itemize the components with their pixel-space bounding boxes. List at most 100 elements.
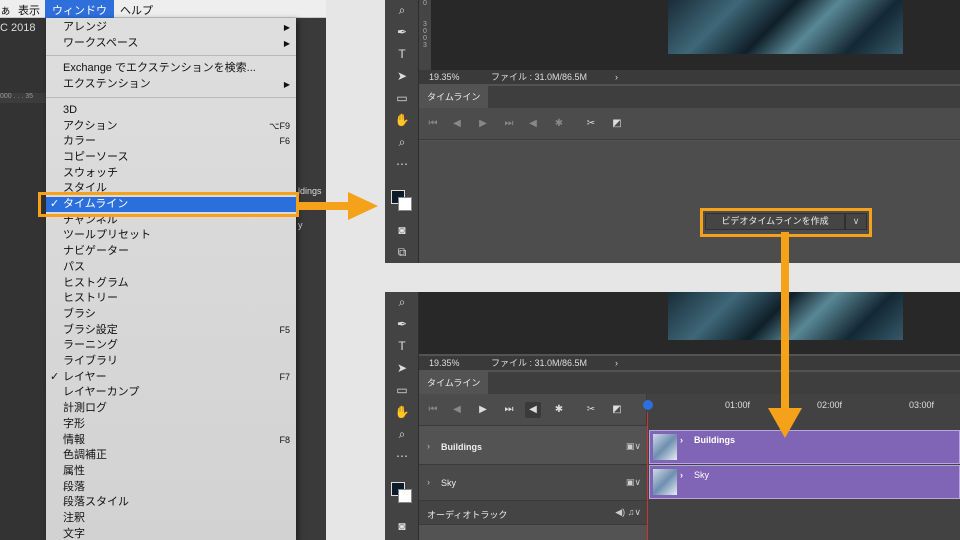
type-icon[interactable]: T [385,44,419,64]
audio-icon[interactable]: ◀ [525,116,541,132]
transition-icon[interactable]: ◩ [609,116,625,132]
menu-item-27[interactable]: 情報 F8 [46,433,296,448]
menu-item-7[interactable]: アクション ⌥F9 [46,119,296,134]
menu-item-22[interactable]: ライブラリ [46,354,296,369]
more-icon[interactable]: ⋯ [385,154,419,174]
file-info[interactable]: ファイル : 31.0M/86.5M [491,356,587,370]
menu-item-15[interactable]: ナビゲーター [46,244,296,259]
rect-icon[interactable]: ▭ [385,380,419,400]
menu-item-32[interactable]: 注釈 [46,511,296,526]
menu-item-label: スウォッチ [63,166,118,179]
pen-icon[interactable]: ✒ [385,22,419,42]
chevron-right-icon[interactable]: › [680,435,683,445]
menu-item-30[interactable]: 段落 [46,480,296,495]
scissors-icon[interactable]: ✂ [583,116,599,132]
menu-item-0[interactable]: アレンジ ▶ [46,20,296,35]
hand-icon[interactable]: ✋ [385,402,419,422]
settings-icon[interactable]: ✱ [551,402,567,418]
menu-item-18[interactable]: ヒストリー [46,291,296,306]
status-bar: 19.35% ファイル : 31.0M/86.5M › [419,356,960,370]
play-icon[interactable]: ▶ [475,402,491,418]
film-icon[interactable]: ▣∨ [626,441,641,452]
rect-icon[interactable]: ▭ [385,88,419,108]
menu-item-19[interactable]: ブラシ [46,307,296,322]
menu-view[interactable]: 表示 [18,2,40,18]
menu-window[interactable]: ウィンドウ [45,0,114,18]
file-info[interactable]: ファイル : 31.0M/86.5M [491,70,587,84]
scissors-icon[interactable]: ✂ [583,402,599,418]
menu-item-4[interactable]: エクステンション ▶ [46,77,296,92]
background-color[interactable] [398,197,412,211]
tab-timeline[interactable]: タイムライン [419,86,489,108]
menu-item-28[interactable]: 色調補正 [46,448,296,463]
menu-item-17[interactable]: ヒストグラム [46,276,296,291]
chevron-right-icon[interactable]: › [427,477,430,487]
hand-icon[interactable]: ✋ [385,110,419,130]
chevron-right-icon[interactable]: › [680,470,683,480]
select-icon[interactable]: ➤ [385,66,419,86]
pen-icon[interactable]: ✒ [385,314,419,334]
menu-item-26[interactable]: 字形 [46,417,296,432]
menu-item-29[interactable]: 属性 [46,464,296,479]
type-icon[interactable]: T [385,336,419,356]
menu-item-14[interactable]: ツールプリセット [46,228,296,243]
menu-item-3[interactable]: Exchange でエクステンションを検索... [46,61,296,76]
track-clip-sky[interactable]: › Sky [649,465,960,499]
layer-row-audio[interactable]: オーディオトラック ◀) ♫∨ [419,501,647,525]
menu-item-25[interactable]: 計測ログ [46,401,296,416]
menu-item-21[interactable]: ラーニング [46,338,296,353]
film-icon[interactable]: ▣∨ [626,477,641,488]
menu-item-label: ブラシ設定 [63,323,118,336]
menu-item-31[interactable]: 段落スタイル [46,495,296,510]
audio-icon[interactable]: ◀ [525,402,541,418]
transition-icon[interactable]: ◩ [609,402,625,418]
play-icon[interactable]: ▶ [475,116,491,132]
zoom-tool-icon[interactable]: ⌕ [385,292,419,312]
prev-frame-icon[interactable]: ◀ [449,116,465,132]
menu-item-label: 情報 [63,433,85,446]
shortcut-label: ⌥F9 [269,120,290,131]
chevron-right-icon[interactable]: › [615,70,618,84]
settings-icon[interactable]: ✱ [551,116,567,132]
audio-track-label: オーディオトラック [427,510,508,520]
zoom-icon[interactable]: ⌕ [385,132,419,152]
audio-note-icon[interactable]: ◀) ♫∨ [615,507,641,518]
menu-item-1[interactable]: ワークスペース ▶ [46,36,296,51]
chevron-right-icon[interactable]: › [615,356,618,370]
next-frame-icon[interactable]: ⏭ [501,116,517,132]
quickmask-icon[interactable]: ◙ [385,220,419,240]
playhead-icon[interactable] [643,400,653,410]
tab-timeline[interactable]: タイムライン [419,372,489,394]
screen-mode-icon[interactable]: ⧉ [385,242,419,262]
menu-item-8[interactable]: カラー F6 [46,134,296,149]
menu-item-23[interactable]: レイヤー ✓ F7 [46,370,296,385]
menu-item-6[interactable]: 3D [46,103,296,118]
zoom-icon[interactable]: ⌕ [385,424,419,444]
first-frame-icon[interactable]: ⏮ [425,116,441,132]
menu-item-9[interactable]: コピーソース [46,150,296,165]
first-frame-icon[interactable]: ⏮ [425,402,441,418]
menu-item-20[interactable]: ブラシ設定 F5 [46,323,296,338]
zoom-tool-icon[interactable]: ⌕ [385,0,419,20]
next-frame-icon[interactable]: ⏭ [501,402,517,418]
menu-item-16[interactable]: パス [46,260,296,275]
menu-item-label: レイヤーカンプ [63,386,140,399]
menu-item-24[interactable]: レイヤーカンプ [46,385,296,400]
clip-thumbnail [653,434,677,460]
track-clip-buildings[interactable]: › Buildings [649,430,960,464]
background-color[interactable] [398,489,412,503]
menu-help[interactable]: ヘルプ [120,2,153,18]
chevron-right-icon[interactable]: › [427,441,430,451]
quickmask-icon[interactable]: ◙ [385,516,419,536]
menu-item-33[interactable]: 文字 [46,527,296,540]
menu-item-10[interactable]: スウォッチ [46,166,296,181]
menu-item-label: アレンジ [63,21,107,33]
window-menu-dropdown: アレンジ ▶ ワークスペース ▶ Exchange でエクステンションを検索... エクス… [46,18,296,540]
prev-frame-icon[interactable]: ◀ [449,402,465,418]
more-icon[interactable]: ⋯ [385,446,419,466]
layer-row-buildings[interactable]: › Buildings ▣∨ [419,429,647,465]
select-icon[interactable]: ➤ [385,358,419,378]
layer-row-sky[interactable]: › Sky ▣∨ [419,465,647,501]
ruler-digit: 3 [423,42,427,49]
menu-item[interactable]: ぁ [0,2,11,18]
